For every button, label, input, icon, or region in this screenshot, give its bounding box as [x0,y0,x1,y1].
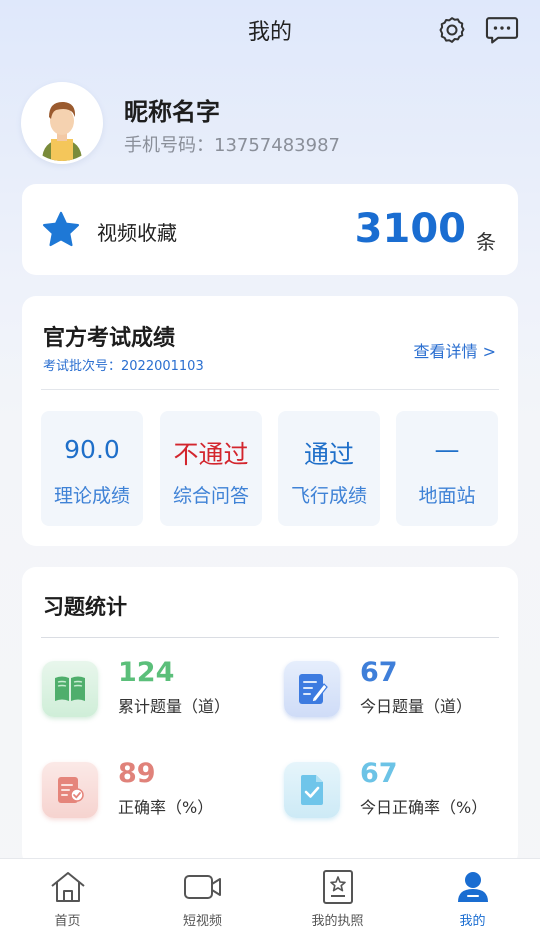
stat-today-questions[interactable]: 67 今日题量（道） [284,657,514,723]
tab-label: 短视频 [182,914,222,929]
score-value: 90.0 [64,435,120,464]
check-doc-icon [284,762,340,818]
score-value: 不通过 [173,440,249,469]
stat-value: 67 [360,657,398,688]
stat-label: 累计题量（道） [118,697,231,716]
license-icon [318,868,358,906]
tab-home[interactable]: 首页 [0,859,135,929]
tab-label: 我的执照 [311,914,364,929]
top-header: 我的 [0,0,540,60]
score-label: 飞行成绩 [290,485,367,507]
stat-value: 67 [360,758,398,789]
nickname: 昵称名字 [124,98,220,126]
stat-label: 今日题量（道） [360,697,473,716]
avatar[interactable] [21,82,103,164]
favorites-count: 3100 [354,206,466,252]
home-icon [48,868,88,906]
batch-label: 考试批次号： [43,359,122,374]
score-label: 理论成绩 [53,485,130,507]
phone-value: 13757483987 [214,135,340,156]
favorites-label: 视频收藏 [97,221,177,245]
score-value: — [434,435,460,464]
tab-label: 我的 [459,914,486,929]
stat-value: 124 [118,657,175,688]
tab-short-video[interactable]: 短视频 [135,859,270,929]
stats-title: 习题统计 [43,595,127,619]
user-icon [453,868,493,906]
settings-gear-icon[interactable] [434,12,470,48]
message-icon[interactable] [484,12,520,48]
check-form-icon [42,762,98,818]
score-flight[interactable]: 通过 飞行成绩 [278,411,380,526]
divider [41,389,499,390]
score-label: 综合问答 [172,485,249,507]
stat-label: 正确率（%） [118,798,214,817]
avatar-person-icon [24,85,100,161]
score-theory[interactable]: 90.0 理论成绩 [41,411,143,526]
stat-total-questions[interactable]: 124 累计题量（道） [42,657,272,723]
edit-note-icon [284,661,340,717]
phone-number: 手机号码：13757483987 [124,131,340,157]
favorites-unit: 条 [476,230,496,254]
tab-mine[interactable]: 我的 [405,859,540,929]
score-label: 地面站 [418,485,476,507]
score-ground-station[interactable]: — 地面站 [396,411,498,526]
star-icon [40,209,82,255]
exam-title: 官方考试成绩 [43,326,176,351]
tab-my-license[interactable]: 我的执照 [270,859,405,929]
stat-today-accuracy[interactable]: 67 今日正确率（%） [284,758,514,824]
official-exam-card: 官方考试成绩 考试批次号：2022001103 查看详情 > 90.0 理论成绩… [22,296,518,546]
stat-label: 今日正确率（%） [360,798,488,817]
video-favorites-card[interactable]: 视频收藏 3100 条 [22,184,518,275]
phone-label: 手机号码： [124,135,214,156]
divider [41,637,499,638]
video-icon [183,868,223,906]
bottom-tab-bar: 首页 短视频 我的执照 我的 [0,858,540,929]
view-details-link[interactable]: 查看详情 > [414,338,497,362]
tab-label: 首页 [54,914,81,929]
stat-value: 89 [118,758,156,789]
book-icon [42,661,98,717]
stat-accuracy[interactable]: 89 正确率（%） [42,758,272,824]
score-comprehensive[interactable]: 不通过 综合问答 [160,411,262,526]
exercise-stats-card: 习题统计 124 累计题量（道） 67 今日题量（道） 89 正确率（%） 67… [22,567,518,867]
score-value: 通过 [303,440,354,469]
batch-number: 2022001103 [121,359,204,374]
exam-batch: 考试批次号：2022001103 [43,355,204,374]
